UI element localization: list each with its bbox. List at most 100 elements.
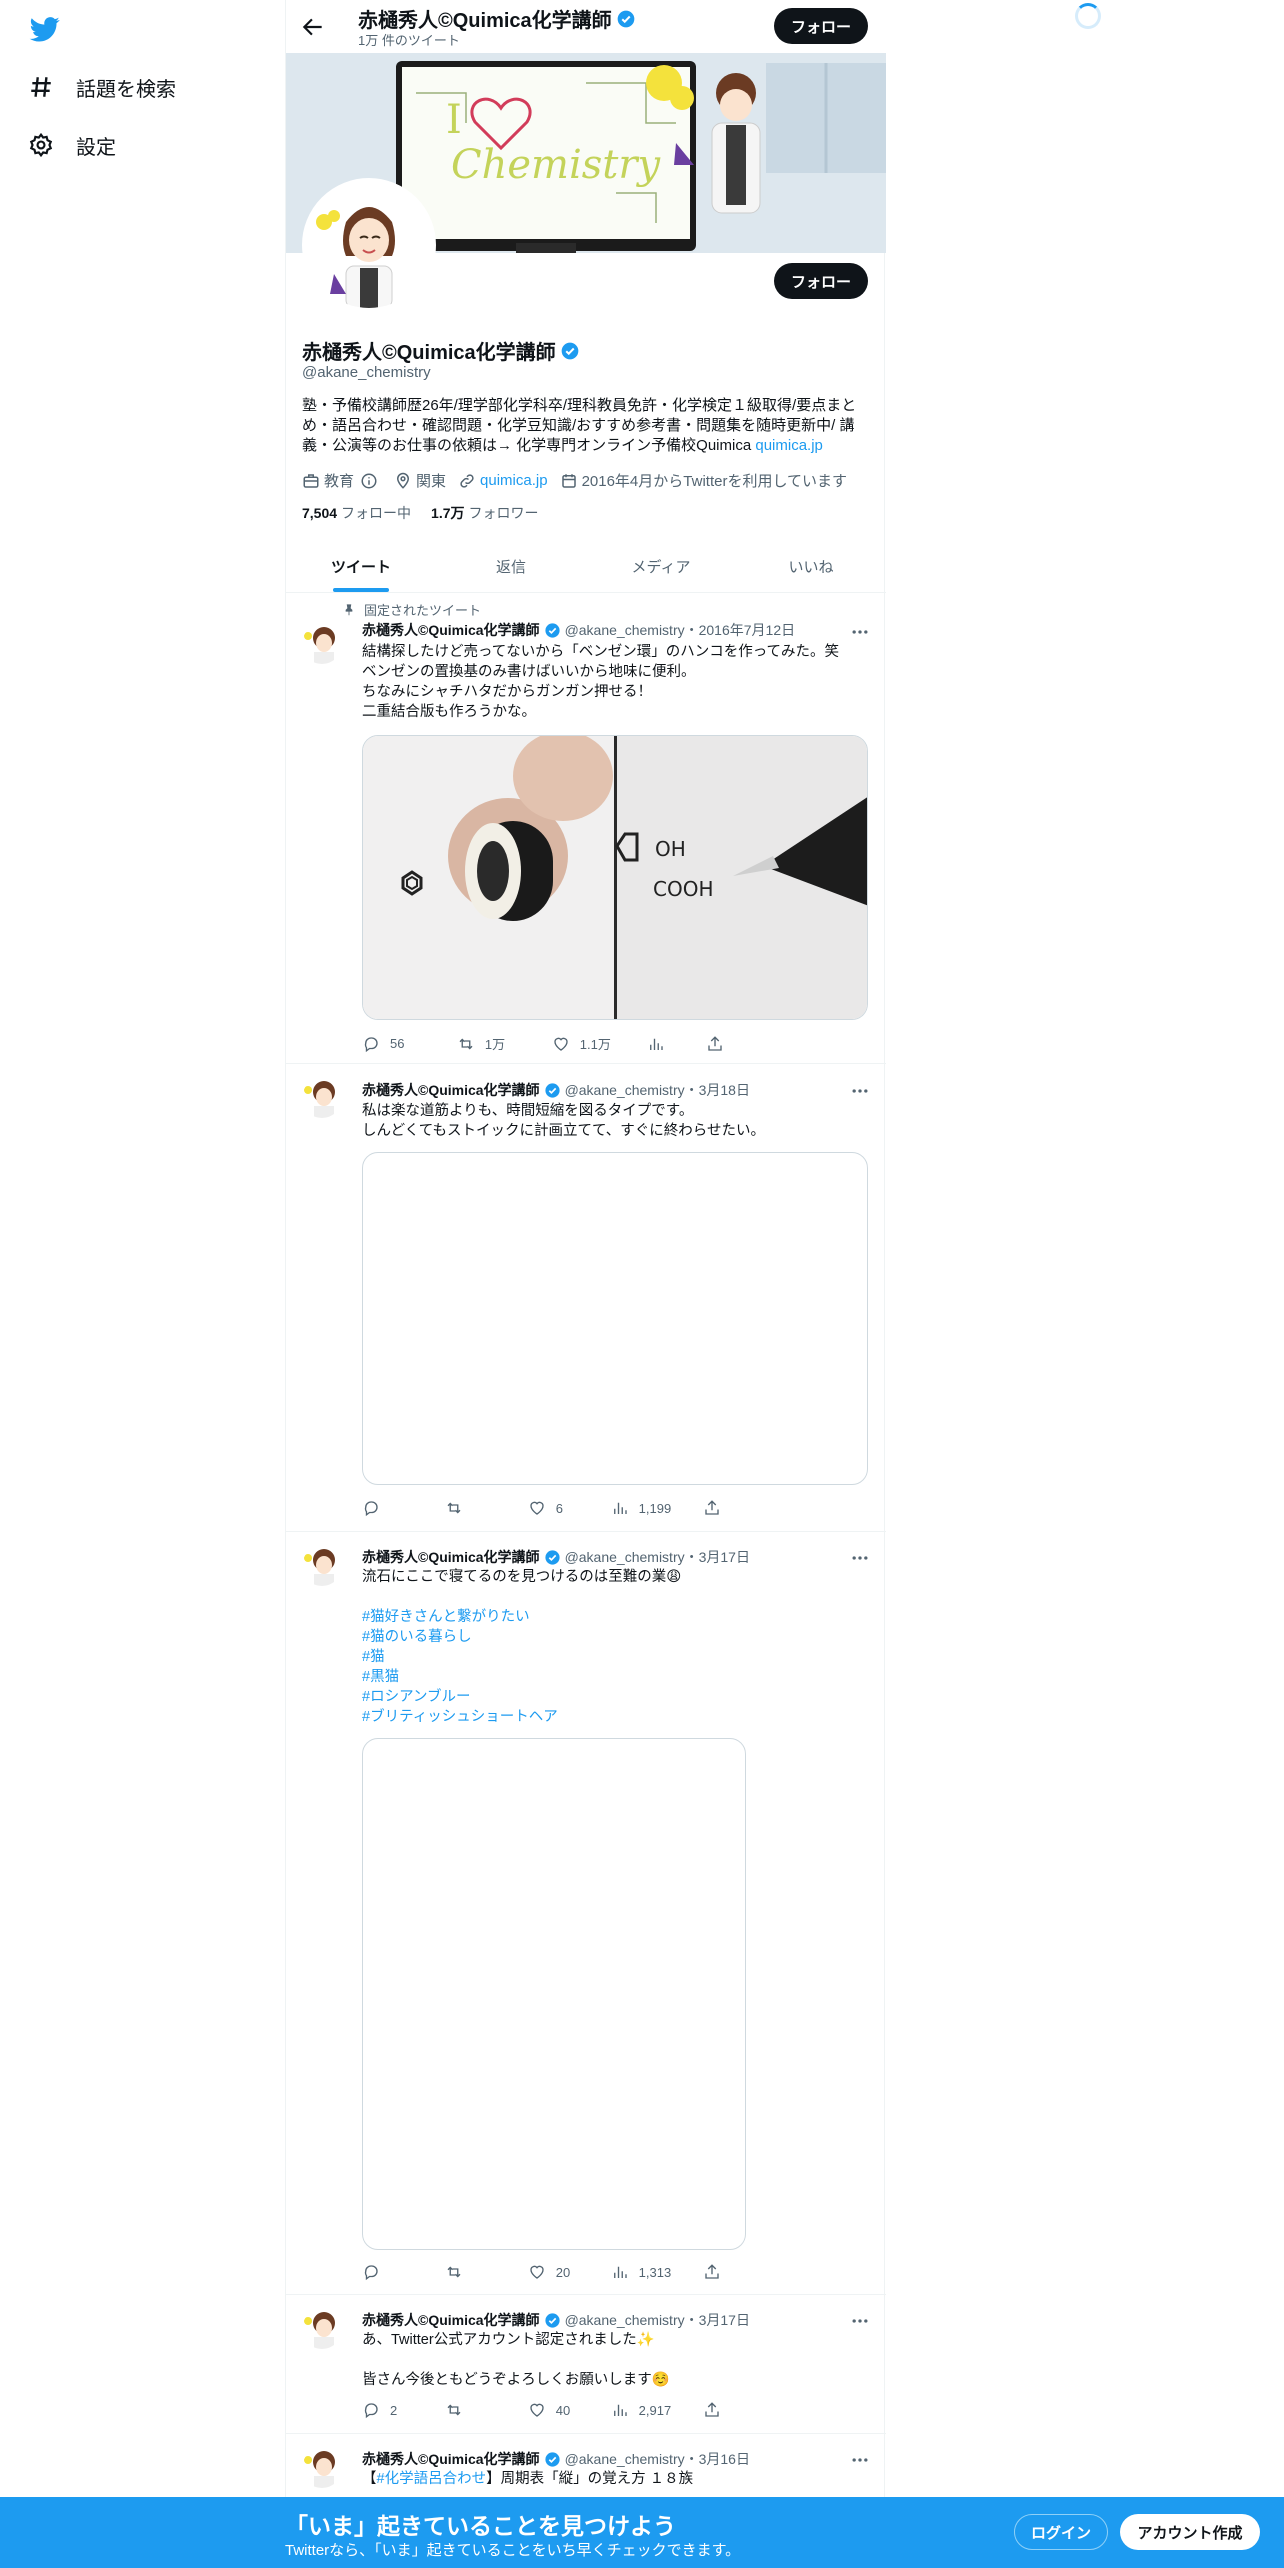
info-icon[interactable] [360,472,378,490]
tweet-line: 【#化学語呂合わせ】周期表「縦」の覚え方 １８族 [362,2469,872,2489]
tweet-date[interactable]: ・2016年7月12日 [685,620,796,640]
tweet-item[interactable]: 赤樋秀人©Quimica化学講師 @akane_chemistry ・3月18日… [286,1064,886,1532]
reply-icon [364,2403,378,2419]
tweet-item[interactable]: 赤樋秀人©Quimica化学講師 @akane_chemistry ・3月17日… [286,1532,886,2295]
views-button[interactable]: 1,199 [611,1499,703,1517]
tweet-line-prefix: 【 [362,2471,377,2487]
create-account-button[interactable]: アカウント作成 [1120,2514,1260,2550]
retweet-button[interactable] [445,1499,528,1517]
media-label-oh: OH [655,837,686,861]
tweet-photo[interactable] [362,1738,746,2250]
tweet-author-handle[interactable]: @akane_chemistry [565,1549,685,1565]
twitter-bird-icon[interactable] [28,14,62,44]
views-button[interactable]: 2,917 [611,2401,703,2419]
share-button[interactable] [703,2263,782,2281]
header-title: 赤樋秀人©Quimica化学講師 [358,4,636,33]
tweet-date[interactable]: ・3月17日 [685,2310,750,2330]
share-button[interactable] [706,1034,782,1053]
tweet-author-name[interactable]: 赤樋秀人©Quimica化学講師 [362,2310,540,2330]
tweet-item[interactable]: 赤樋秀人©Quimica化学講師 @akane_chemistry ・3月17日… [286,2295,886,2434]
signup-prompt-subtitle: Twitterなら、「いま」起きていることをいち早くチェックできます。 [285,2542,741,2559]
meta-joined: 2016年4月からTwitterを利用しています [560,470,847,491]
retweet-count: 1万 [484,1037,506,1052]
tweet-author-handle[interactable]: @akane_chemistry [565,2312,685,2328]
like-button[interactable]: 40 [528,2401,611,2419]
tweet-avatar[interactable] [302,2448,342,2488]
like-button[interactable]: 6 [528,1499,611,1517]
tweet-author-handle[interactable]: @akane_chemistry [565,2451,685,2467]
profile-follow-button[interactable]: フォロー [774,263,868,299]
views-button[interactable]: 1,313 [611,2263,703,2281]
back-arrow-icon[interactable] [300,14,326,40]
share-button[interactable] [703,1499,782,1517]
following-link[interactable]: 7,504 フォロー中 [302,503,411,523]
retweet-icon [447,2266,461,2278]
reply-button[interactable] [362,2263,445,2281]
tweet-author-name[interactable]: 赤樋秀人©Quimica化学講師 [362,2449,540,2469]
tweet-date[interactable]: ・3月16日 [685,2449,750,2469]
views-button[interactable] [647,1034,707,1053]
meta-website-link[interactable]: quimica.jp [480,472,548,489]
reply-button[interactable]: 56 [362,1034,457,1053]
more-options-icon[interactable] [850,1081,870,1101]
tweet-author-handle[interactable]: @akane_chemistry [565,622,685,638]
like-button[interactable]: 1.1万 [552,1034,647,1053]
hashtag-link[interactable]: #黒猫 [362,1667,872,1687]
tweet-avatar[interactable] [302,1546,342,1586]
media-label-cooh: COOH [653,877,714,901]
heart-icon [554,1037,568,1051]
bio-link[interactable]: quimica.jp [755,437,823,454]
more-options-icon[interactable] [850,622,870,642]
more-options-icon[interactable] [850,2311,870,2331]
retweet-button[interactable]: 1万 [457,1034,552,1053]
retweet-icon [459,1038,473,1049]
reply-icon [364,1036,378,1052]
tweet-avatar[interactable] [302,2309,342,2349]
followers-link[interactable]: 1.7万 フォロワー [431,503,538,523]
hashtag-link[interactable]: #ブリティッシュショートヘア [362,1707,872,1727]
views-count: 2,917 [638,2402,672,2418]
tweet-author-handle[interactable]: @akane_chemistry [565,1082,685,1098]
followers-count: 1.7万 [431,505,465,521]
tweet-video[interactable] [362,1152,868,1485]
retweet-button[interactable] [445,2401,528,2419]
tab-likes[interactable]: いいね [736,540,886,592]
svg-text:I: I [446,97,462,143]
login-button[interactable]: ログイン [1014,2514,1108,2550]
meta-website[interactable]: quimica.jp [458,472,548,490]
nav-explore[interactable]: 話題を検索 [28,65,176,109]
header-follow-button[interactable]: フォロー [774,8,868,44]
share-button[interactable] [703,2401,782,2419]
more-options-icon[interactable] [850,2450,870,2470]
tab-tweets[interactable]: ツイート [286,540,436,592]
tweet-photo[interactable]: OH COOH [362,735,868,1020]
tweet-author-name[interactable]: 赤樋秀人©Quimica化学講師 [362,620,540,640]
tweet-item[interactable]: 赤樋秀人©Quimica化学講師 @akane_chemistry ・2016年… [286,594,886,1064]
tweet-avatar[interactable] [302,1078,342,1118]
hashtag-link[interactable]: #ロシアンブルー [362,1687,872,1707]
tweet-author-name[interactable]: 赤樋秀人©Quimica化学講師 [362,1080,540,1100]
more-options-icon[interactable] [850,1548,870,1568]
tab-replies[interactable]: 返信 [436,540,586,592]
tweet-header: 赤樋秀人©Quimica化学講師 @akane_chemistry ・3月16日 [362,2449,750,2469]
like-button[interactable]: 20 [528,2263,611,2281]
reply-button[interactable]: 2 [362,2401,445,2419]
header-tweet-count: 1万 件のツイート [358,33,460,48]
tweet-author-name[interactable]: 赤樋秀人©Quimica化学講師 [362,1547,540,1567]
hashtag-link[interactable]: #化学語呂合わせ [377,2471,487,2487]
reply-button[interactable] [362,1499,445,1517]
hashtag-link[interactable]: #猫のいる暮らし [362,1627,872,1647]
follow-counts: 7,504 フォロー中 1.7万 フォロワー [302,503,539,523]
retweet-button[interactable] [445,2263,528,2281]
profile-avatar[interactable] [302,178,436,312]
tab-media[interactable]: メディア [586,540,736,592]
tweet-date[interactable]: ・3月18日 [685,1080,750,1100]
tweet-avatar[interactable] [302,624,342,664]
nav-settings[interactable]: 設定 [28,123,116,167]
tweet-text: 流石にここで寝てるのを見つけるのは至難の業😩 #猫好きさんと繋がりたい #猫のい… [362,1567,872,1727]
hashtag-link[interactable]: #猫好きさんと繋がりたい [362,1607,872,1627]
tweet-line: 二重結合版も作ろうかな。 [362,704,536,720]
hashtag-link[interactable]: #猫 [362,1647,872,1667]
tweet-text: 【#化学語呂合わせ】周期表「縦」の覚え方 １８族 [362,2469,872,2489]
tweet-date[interactable]: ・3月17日 [685,1547,750,1567]
